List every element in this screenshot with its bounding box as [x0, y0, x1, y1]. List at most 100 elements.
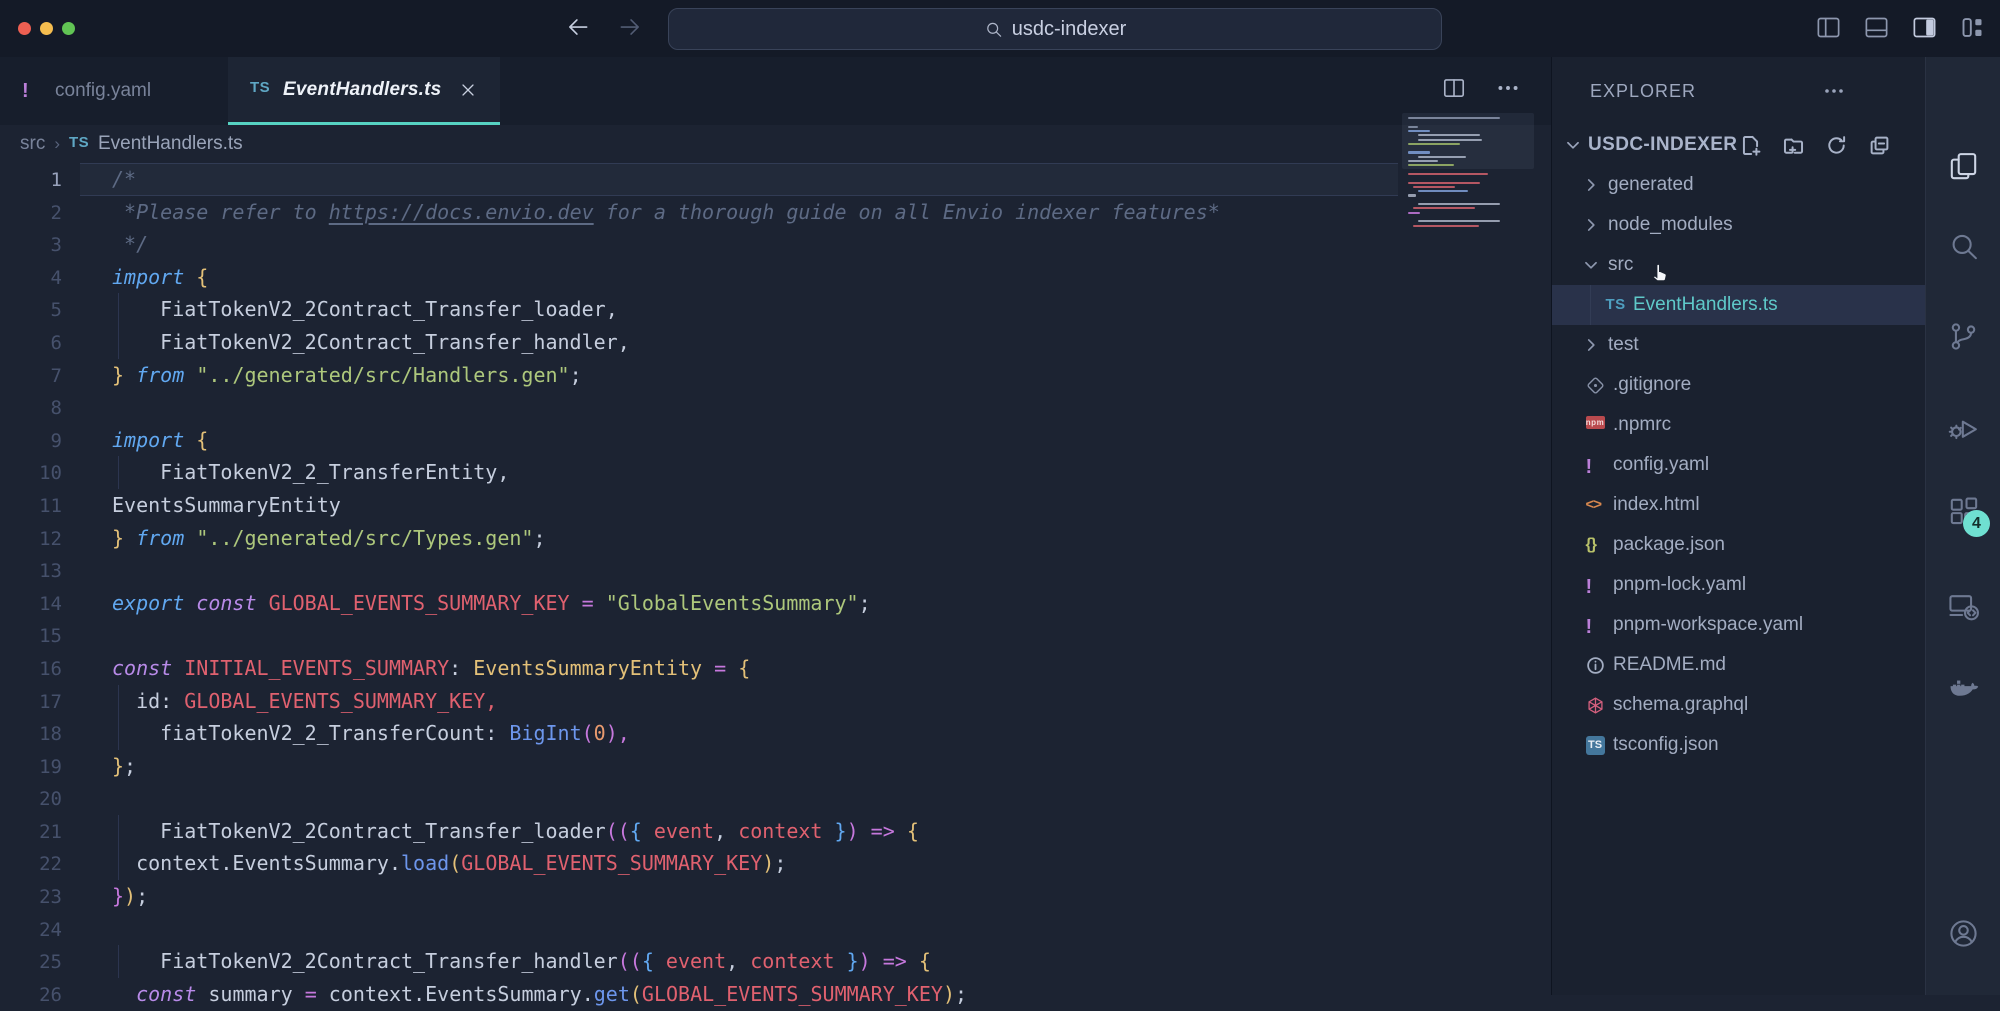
split-editor-icon[interactable]	[1441, 75, 1467, 101]
line-number: 15	[0, 620, 62, 653]
history-nav	[565, 14, 643, 40]
minimap-line	[1408, 130, 1430, 132]
command-center-search[interactable]: usdc-indexer	[668, 8, 1442, 50]
activity-extensions[interactable]: 4	[1926, 483, 2000, 539]
tree-item-label: config.yaml	[1613, 454, 1709, 476]
activity-remote-explorer[interactable]	[1926, 578, 2000, 634]
tree-item-generated[interactable]: generated	[1552, 165, 1926, 205]
git-file-icon	[1586, 376, 1605, 395]
zoom-window-button[interactable]	[62, 22, 75, 35]
tree-item-test[interactable]: test	[1552, 325, 1926, 365]
code-line-2[interactable]: 2 *Please refer to https://docs.envio.de…	[0, 196, 1551, 229]
tree-item-label: README.md	[1613, 654, 1726, 676]
line-number: 9	[0, 425, 62, 458]
new-folder-icon[interactable]	[1783, 135, 1804, 156]
tree-item-eventhandlers-ts[interactable]: TSEventHandlers.ts	[1552, 285, 1926, 325]
workspace-root-row[interactable]: USDC-INDEXER	[1552, 125, 1926, 165]
editor-actions	[1441, 75, 1521, 101]
breadcrumb-file[interactable]: EventHandlers.ts	[98, 133, 243, 155]
code-line-26[interactable]: 26 const summary = context.EventsSummary…	[0, 978, 1551, 1011]
html-file-icon: <>	[1586, 496, 1605, 515]
tree-item-pnpm-workspace-yaml[interactable]: !pnpm-workspace.yaml	[1552, 605, 1926, 645]
title-bar: usdc-indexer	[0, 0, 2000, 58]
code-line-14[interactable]: 14export const GLOBAL_EVENTS_SUMMARY_KEY…	[0, 587, 1551, 620]
minimap[interactable]	[1408, 117, 1528, 233]
tab-config-yaml[interactable]: !config.yaml	[0, 57, 204, 125]
code-line-3[interactable]: 3 */	[0, 228, 1551, 261]
code-line-10[interactable]: 10 FiatTokenV2_2_TransferEntity,	[0, 456, 1551, 489]
more-actions-icon[interactable]	[1495, 75, 1521, 101]
panel-bottom-icon[interactable]	[1863, 14, 1890, 41]
tab-eventhandlers-ts[interactable]: TS EventHandlers.ts	[228, 57, 500, 125]
code-editor[interactable]: 1/*2 *Please refer to https://docs.envio…	[0, 163, 1551, 995]
code-line-8[interactable]: 8	[0, 391, 1551, 424]
code-line-1[interactable]: 1/*	[0, 163, 1551, 196]
code-line-24[interactable]: 24	[0, 913, 1551, 946]
chevron-down-icon	[1582, 256, 1600, 274]
minimize-window-button[interactable]	[40, 22, 53, 35]
ts-file-icon: TS	[250, 79, 272, 101]
new-file-icon[interactable]	[1740, 135, 1761, 156]
minimap-line	[1418, 190, 1468, 192]
code-line-19[interactable]: 19};	[0, 750, 1551, 783]
activity-docker[interactable]	[1926, 660, 2000, 716]
activity-search[interactable]	[1926, 218, 2000, 274]
close-window-button[interactable]	[18, 22, 31, 35]
extensions-badge: 4	[1963, 510, 1990, 537]
activity-explorer[interactable]	[1926, 138, 2000, 194]
tree-item--npmrc[interactable]: npm.npmrc	[1552, 405, 1926, 445]
code-line-16[interactable]: 16const INITIAL_EVENTS_SUMMARY: EventsSu…	[0, 652, 1551, 685]
line-number: 2	[0, 197, 62, 230]
code-line-18[interactable]: 18 fiatTokenV2_2_TransferCount: BigInt(0…	[0, 717, 1551, 750]
line-number: 7	[0, 360, 62, 393]
code-line-15[interactable]: 15	[0, 619, 1551, 652]
tree-item-config-yaml[interactable]: !config.yaml	[1552, 445, 1926, 485]
code-line-4[interactable]: 4import {	[0, 261, 1551, 294]
line-number: 20	[0, 783, 62, 816]
explorer-more-actions-icon[interactable]	[1822, 79, 1846, 103]
breadcrumb-folder[interactable]: src	[20, 133, 45, 155]
tree-item-src[interactable]: src	[1552, 245, 1926, 285]
code-line-17[interactable]: 17 id: GLOBAL_EVENTS_SUMMARY_KEY,	[0, 685, 1551, 718]
tree-item-index-html[interactable]: <> index.html	[1552, 485, 1926, 525]
tree-item-pnpm-lock-yaml[interactable]: !pnpm-lock.yaml	[1552, 565, 1926, 605]
panel-left-icon[interactable]	[1815, 14, 1842, 41]
forward-arrow-icon[interactable]	[617, 14, 643, 40]
code-line-12[interactable]: 12} from "../generated/src/Types.gen";	[0, 522, 1551, 555]
tree-item-label: index.html	[1613, 494, 1700, 516]
tree-item-node-modules[interactable]: node_modules	[1552, 205, 1926, 245]
tree-item-tsconfig-json[interactable]: TStsconfig.json	[1552, 725, 1926, 765]
code-line-11[interactable]: 11EventsSummaryEntity	[0, 489, 1551, 522]
code-line-9[interactable]: 9import {	[0, 424, 1551, 457]
code-line-5[interactable]: 5 FiatTokenV2_2Contract_Transfer_loader,	[0, 293, 1551, 326]
back-arrow-icon[interactable]	[565, 14, 591, 40]
yaml-file-icon: !	[1586, 616, 1605, 635]
code-line-23[interactable]: 23});	[0, 880, 1551, 913]
code-line-6[interactable]: 6 FiatTokenV2_2Contract_Transfer_handler…	[0, 326, 1551, 359]
activity-source-control[interactable]	[1926, 308, 2000, 364]
code-line-7[interactable]: 7} from "../generated/src/Handlers.gen";	[0, 359, 1551, 392]
close-tab-icon[interactable]	[458, 80, 478, 100]
line-number: 17	[0, 686, 62, 719]
customize-layout-icon[interactable]	[1959, 14, 1986, 41]
activity-account[interactable]	[1926, 905, 2000, 961]
code-line-21[interactable]: 21 FiatTokenV2_2Contract_Transfer_loader…	[0, 815, 1551, 848]
refresh-explorer-icon[interactable]	[1826, 135, 1847, 156]
tree-item-readme-md[interactable]: README.md	[1552, 645, 1926, 685]
code-line-22[interactable]: 22 context.EventsSummary.load(GLOBAL_EVE…	[0, 847, 1551, 880]
file-tree: generatednode_modulessrcTSEventHandlers.…	[1552, 165, 1926, 765]
tree-item-package-json[interactable]: {}package.json	[1552, 525, 1926, 565]
tree-item--gitignore[interactable]: .gitignore	[1552, 365, 1926, 405]
code-line-25[interactable]: 25 FiatTokenV2_2Contract_Transfer_handle…	[0, 945, 1551, 978]
git-branch-icon	[1947, 320, 1980, 353]
code-line-20[interactable]: 20	[0, 782, 1551, 815]
line-number: 1	[0, 164, 62, 197]
graphql-file-icon	[1586, 696, 1605, 715]
activity-run-and-debug[interactable]	[1926, 398, 2000, 454]
code-line-13[interactable]: 13	[0, 554, 1551, 587]
tab-label: EventHandlers.ts	[283, 79, 441, 101]
panel-right-icon[interactable]	[1911, 14, 1938, 41]
collapse-folders-icon[interactable]	[1869, 135, 1890, 156]
line-number: 11	[0, 490, 62, 523]
tree-item-schema-graphql[interactable]: schema.graphql	[1552, 685, 1926, 725]
